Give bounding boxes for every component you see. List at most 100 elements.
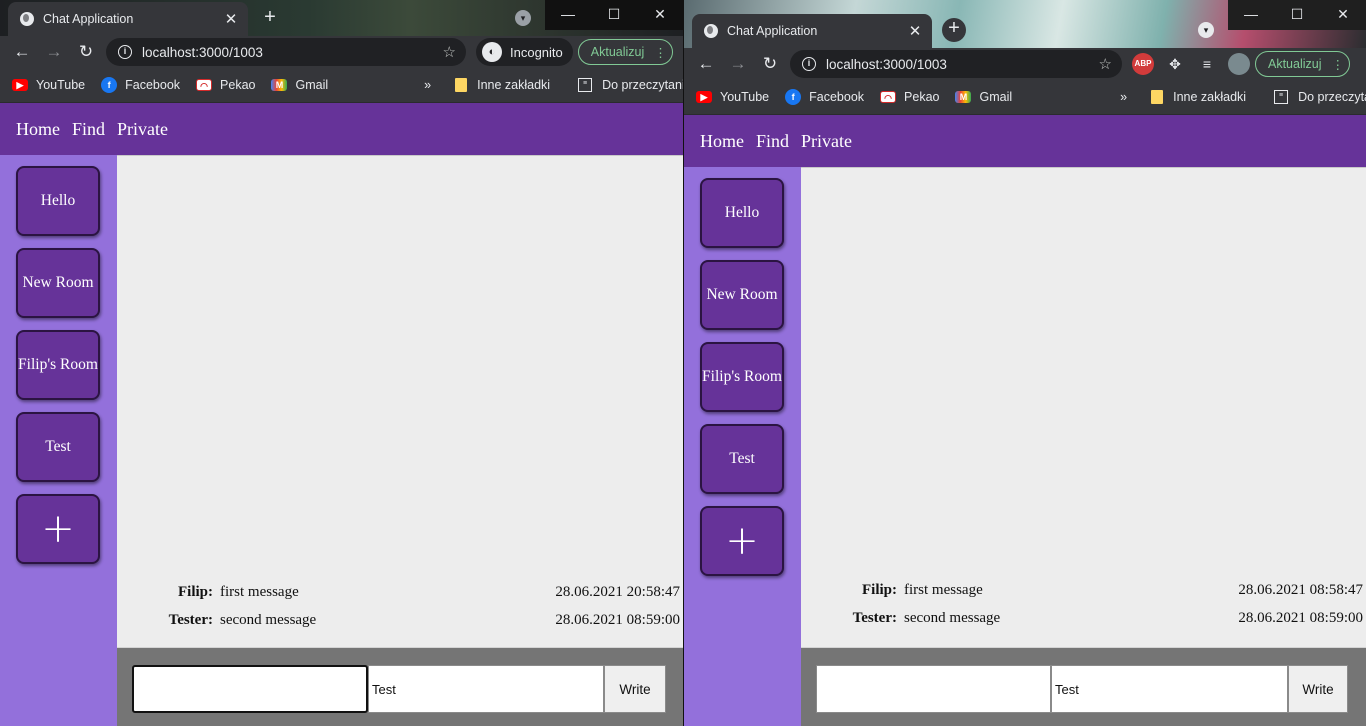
- forward-icon[interactable]: →: [722, 54, 754, 74]
- info-icon[interactable]: i: [118, 45, 132, 59]
- bookmark-youtube[interactable]: ▶ YouTube: [12, 78, 85, 92]
- forward-icon[interactable]: →: [38, 42, 70, 62]
- bookmark-facebook[interactable]: f Facebook: [101, 77, 180, 93]
- message-author: Tester:: [168, 612, 213, 628]
- bookmark-gmail[interactable]: M Gmail: [955, 90, 1012, 104]
- star-icon[interactable]: ☆: [1099, 55, 1112, 73]
- tab-title: Chat Application: [43, 12, 134, 26]
- message-timestamp: 28.06.2021 08:59:00: [555, 612, 680, 628]
- bookmark-other-folder[interactable]: Inne zakładki: [455, 78, 550, 92]
- new-tab-button[interactable]: +: [942, 18, 966, 42]
- message-row: Filip: first message 28.06.2021 20:58:47: [117, 584, 683, 612]
- reading-list-button[interactable]: ≡Do przeczytania: [1274, 90, 1366, 104]
- write-button[interactable]: Write: [604, 665, 666, 713]
- room-button-hello[interactable]: Hello: [700, 178, 784, 248]
- author-input[interactable]: [816, 665, 1051, 713]
- app-navbar: Home Find Private: [0, 103, 683, 155]
- close-window-button[interactable]: ✕: [1320, 0, 1366, 30]
- info-icon[interactable]: i: [802, 57, 816, 71]
- message-text: first message: [904, 582, 983, 598]
- reload-icon[interactable]: ↻: [70, 42, 102, 62]
- nav-find-link[interactable]: Find: [756, 131, 789, 152]
- bookmark-gmail[interactable]: M Gmail: [271, 78, 328, 92]
- bookmarks-overflow-button[interactable]: »: [424, 78, 431, 92]
- message-input[interactable]: [368, 665, 604, 713]
- facebook-icon: f: [785, 89, 802, 105]
- tab-chat-application[interactable]: Chat Application ✕: [8, 2, 248, 36]
- globe-icon: [20, 12, 34, 26]
- bookmark-other-folder[interactable]: Inne zakładki: [1151, 90, 1246, 104]
- room-button-filips-room[interactable]: Filip's Room: [700, 342, 784, 412]
- browser-toolbar: ← → ↻ i localhost:3000/1003 ☆ ABP ✥ ≡ Ak…: [684, 48, 1366, 80]
- reading-list-icon: ≡: [578, 78, 593, 92]
- nav-home-link[interactable]: Home: [700, 131, 744, 152]
- maximize-button[interactable]: ☐: [1274, 0, 1320, 30]
- message-timestamp: 28.06.2021 08:58:47: [1238, 582, 1363, 598]
- reading-list-icon: ≡: [1274, 90, 1289, 104]
- message-row: Filip: first message 28.06.2021 08:58:47: [801, 582, 1366, 610]
- tab-search-icon[interactable]: ▾: [1198, 22, 1214, 38]
- maximize-button[interactable]: ☐: [591, 0, 637, 30]
- profile-avatar[interactable]: [1228, 53, 1250, 75]
- reading-list-button[interactable]: ≡Do przeczytania: [578, 78, 683, 92]
- room-button-test[interactable]: Test: [16, 412, 100, 482]
- minimize-button[interactable]: —: [545, 0, 591, 30]
- message-row: Tester: second message 28.06.2021 08:59:…: [117, 612, 683, 640]
- message-area: Filip: first message 28.06.2021 20:58:47…: [117, 155, 683, 647]
- author-input[interactable]: [132, 665, 368, 713]
- bookmark-pekao[interactable]: ◠ Pekao: [196, 78, 255, 92]
- minimize-button[interactable]: —: [1228, 0, 1274, 30]
- bookmarks-overflow-button[interactable]: »: [1120, 90, 1127, 104]
- room-button-new-room[interactable]: New Room: [16, 248, 100, 318]
- nav-private-link[interactable]: Private: [801, 131, 852, 152]
- room-button-new-room[interactable]: New Room: [700, 260, 784, 330]
- write-button[interactable]: Write: [1288, 665, 1348, 713]
- incognito-indicator[interactable]: ◐ Incognito: [476, 38, 573, 66]
- browser-window-incognito: Chat Application ✕ + ▾ — ☐ ✕ ← → ↻ i loc…: [0, 0, 683, 726]
- incognito-label: Incognito: [510, 44, 563, 60]
- update-label: Aktualizuj: [590, 45, 645, 59]
- close-window-button[interactable]: ✕: [637, 0, 683, 30]
- message-text: first message: [220, 584, 299, 600]
- back-icon[interactable]: ←: [6, 42, 38, 62]
- message-area: Filip: first message 28.06.2021 08:58:47…: [801, 167, 1366, 647]
- star-icon[interactable]: ☆: [443, 43, 456, 61]
- close-icon[interactable]: ✕: [904, 22, 926, 40]
- room-button-hello[interactable]: Hello: [16, 166, 100, 236]
- back-icon[interactable]: ←: [690, 54, 722, 74]
- message-input[interactable]: [1051, 665, 1288, 713]
- browser-toolbar: ← → ↻ i localhost:3000/1003 ☆ ◐ Incognit…: [0, 36, 683, 68]
- message-author: Tester:: [852, 610, 897, 626]
- add-room-button[interactable]: +: [16, 494, 100, 564]
- address-bar[interactable]: i localhost:3000/1003 ☆: [790, 50, 1122, 78]
- room-button-test[interactable]: Test: [700, 424, 784, 494]
- tab-search-icon[interactable]: ▾: [515, 10, 531, 26]
- address-bar[interactable]: i localhost:3000/1003 ☆: [106, 38, 466, 66]
- new-tab-button[interactable]: +: [258, 7, 282, 31]
- nav-home-link[interactable]: Home: [16, 119, 60, 140]
- room-button-filips-room[interactable]: Filip's Room: [16, 330, 100, 400]
- youtube-icon: ▶: [696, 91, 712, 103]
- nav-private-link[interactable]: Private: [117, 119, 168, 140]
- app-navbar: Home Find Private: [684, 115, 1366, 167]
- bookmark-pekao[interactable]: ◠ Pekao: [880, 90, 939, 104]
- update-button[interactable]: Aktualizuj ⋮: [1255, 51, 1350, 77]
- tab-chat-application[interactable]: Chat Application ✕: [692, 14, 932, 48]
- update-button[interactable]: Aktualizuj ⋮: [577, 39, 673, 65]
- message-author: Filip:: [861, 582, 897, 598]
- puzzle-icon[interactable]: ✥: [1164, 53, 1186, 75]
- tab-strip: Chat Application ✕ + ▾ — ☐ ✕: [684, 0, 1366, 48]
- gmail-icon: M: [271, 79, 288, 91]
- bookmark-facebook[interactable]: f Facebook: [785, 89, 864, 105]
- incognito-icon: ◐: [482, 42, 502, 62]
- tab-strip: Chat Application ✕ + ▾ — ☐ ✕: [0, 0, 683, 36]
- url-text: localhost:3000/1003: [142, 44, 263, 60]
- media-control-icon[interactable]: ≡: [1196, 53, 1218, 75]
- bookmark-youtube[interactable]: ▶ YouTube: [696, 90, 769, 104]
- reload-icon[interactable]: ↻: [754, 54, 786, 74]
- add-room-button[interactable]: +: [700, 506, 784, 576]
- close-icon[interactable]: ✕: [220, 10, 242, 28]
- nav-find-link[interactable]: Find: [72, 119, 105, 140]
- rooms-sidebar: Hello New Room Filip's Room Test +: [0, 155, 117, 726]
- adblock-plus-icon[interactable]: ABP: [1132, 53, 1154, 75]
